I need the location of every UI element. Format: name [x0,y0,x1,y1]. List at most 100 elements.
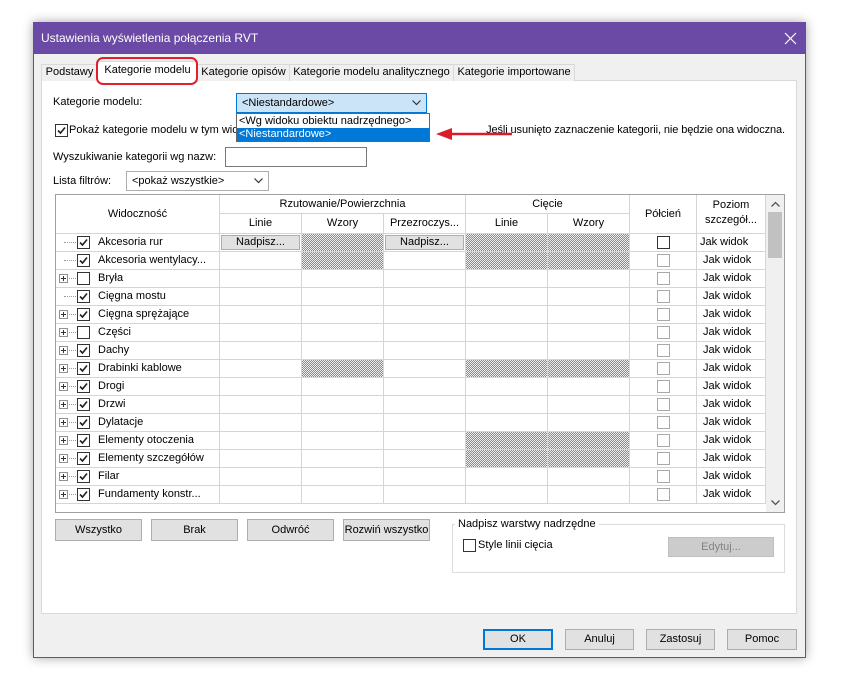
halftone-checkbox[interactable] [657,272,670,285]
projection-patterns-cell[interactable] [302,414,384,432]
projection-transparency-cell[interactable] [384,324,466,342]
visibility-checkbox[interactable] [77,236,90,249]
visibility-cell[interactable]: Części [56,324,220,342]
projection-transparency-cell[interactable] [384,288,466,306]
table-row[interactable]: Cięgna sprężające Jak widok [56,306,766,324]
projection-lines-cell[interactable] [220,396,302,414]
expand-plus-icon[interactable] [59,346,68,355]
projection-transparency-cell[interactable] [384,270,466,288]
tab-basics[interactable]: Podstawy [41,64,98,81]
visibility-checkbox[interactable] [77,398,90,411]
header-cut-patterns[interactable]: Wzory [548,214,630,234]
table-row[interactable]: Fundamenty konstr... Jak widok [56,486,766,504]
detail-level-cell[interactable]: Jak widok [697,360,766,378]
table-row[interactable]: Elementy szczegółów Jak widok [56,450,766,468]
chevron-down-icon[interactable] [771,500,780,506]
projection-patterns-cell[interactable] [302,270,384,288]
cut-patterns-cell[interactable] [548,468,630,486]
expand-plus-icon[interactable] [59,490,68,499]
cut-patterns-cell[interactable] [548,288,630,306]
table-row[interactable]: Drabinki kablowe Jak widok [56,360,766,378]
cut-lines-cell[interactable] [466,414,548,432]
halftone-checkbox[interactable] [657,236,670,249]
halftone-cell[interactable] [630,306,697,324]
table-row[interactable]: Akcesoria rur Nadpisz... Nadpisz... Jak wid… [56,234,766,252]
detail-level-cell[interactable]: Jak widok [697,234,766,252]
filter-list-dropdown[interactable]: <pokaż wszystkie> [126,171,269,191]
expand-plus-icon[interactable] [59,310,68,319]
cut-lines-cell[interactable] [466,396,548,414]
detail-level-cell[interactable]: Jak widok [697,342,766,360]
override-transparency-button[interactable]: Nadpisz... [385,235,464,250]
projection-lines-cell[interactable] [220,450,302,468]
invert-button[interactable]: Odwróć [247,519,334,541]
visibility-cell[interactable]: Drzwi [56,396,220,414]
cut-lines-cell[interactable] [466,324,548,342]
cut-patterns-cell[interactable] [548,486,630,504]
categories-grid[interactable]: Widoczność Rzutowanie/Powierzchnia Linie… [55,194,785,513]
visibility-checkbox[interactable] [77,452,90,465]
table-row[interactable]: Elementy otoczenia Jak widok [56,432,766,450]
halftone-cell[interactable] [630,414,697,432]
header-transparency[interactable]: Przezroczys... [384,214,466,234]
header-halftone[interactable]: Półcień [630,195,697,234]
option-custom[interactable]: <Niestandardowe> [237,128,429,141]
tab-imported-categories[interactable]: Kategorie importowane [453,64,575,81]
visibility-checkbox[interactable] [77,380,90,393]
visibility-cell[interactable]: Bryła [56,270,220,288]
projection-lines-cell[interactable] [220,360,302,378]
expand-plus-icon[interactable] [59,418,68,427]
header-detail-level[interactable]: Poziom szczegół... [697,195,766,234]
expand-plus-icon[interactable] [59,328,68,337]
table-row[interactable]: Dachy Jak widok [56,342,766,360]
halftone-checkbox[interactable] [657,326,670,339]
search-input[interactable] [225,147,367,167]
visibility-checkbox[interactable] [77,488,90,501]
halftone-checkbox[interactable] [657,398,670,411]
cut-lines-cell[interactable] [466,378,548,396]
cut-patterns-cell[interactable] [548,270,630,288]
visibility-cell[interactable]: Dachy [56,342,220,360]
projection-transparency-cell[interactable] [384,450,466,468]
halftone-checkbox[interactable] [657,308,670,321]
projection-lines-cell[interactable] [220,378,302,396]
halftone-cell[interactable] [630,396,697,414]
projection-lines-cell[interactable] [220,432,302,450]
halftone-checkbox[interactable] [657,470,670,483]
halftone-checkbox[interactable] [657,344,670,357]
cut-patterns-cell[interactable] [548,378,630,396]
detail-level-cell[interactable]: Jak widok [697,270,766,288]
projection-lines-cell[interactable] [220,486,302,504]
halftone-checkbox[interactable] [657,290,670,303]
visibility-cell[interactable]: Drabinki kablowe [56,360,220,378]
projection-lines-cell[interactable] [220,342,302,360]
header-projection-patterns[interactable]: Wzory [302,214,384,234]
cut-lines-cell[interactable] [466,270,548,288]
visibility-checkbox[interactable] [77,344,90,357]
tab-annotation-categories[interactable]: Kategorie opisów [197,64,290,81]
halftone-checkbox[interactable] [657,254,670,267]
projection-lines-cell[interactable] [220,324,302,342]
visibility-cell[interactable]: Fundamenty konstr... [56,486,220,504]
halftone-cell[interactable] [630,360,697,378]
help-button[interactable]: Pomoc [727,629,797,650]
cut-patterns-cell[interactable] [548,342,630,360]
detail-level-cell[interactable]: Jak widok [697,288,766,306]
visibility-cell[interactable]: Elementy szczegółów [56,450,220,468]
visibility-checkbox[interactable] [77,362,90,375]
halftone-checkbox[interactable] [657,362,670,375]
visibility-cell[interactable]: Akcesoria rur [56,234,220,252]
chevron-up-icon[interactable] [771,201,780,207]
tab-analytical-model-categories[interactable]: Kategorie modelu analitycznego [289,64,454,81]
visibility-checkbox[interactable] [77,290,90,303]
show-model-categories-checkbox[interactable] [55,124,68,137]
halftone-cell[interactable] [630,252,697,270]
expand-plus-icon[interactable] [59,454,68,463]
option-parent-view[interactable]: <Wg widoku obiektu nadrzędnego> [237,115,429,128]
halftone-checkbox[interactable] [657,416,670,429]
projection-patterns-cell[interactable] [302,450,384,468]
halftone-cell[interactable] [630,468,697,486]
projection-patterns-cell[interactable] [302,324,384,342]
grid-scrollbar[interactable] [766,195,784,512]
halftone-cell[interactable] [630,324,697,342]
